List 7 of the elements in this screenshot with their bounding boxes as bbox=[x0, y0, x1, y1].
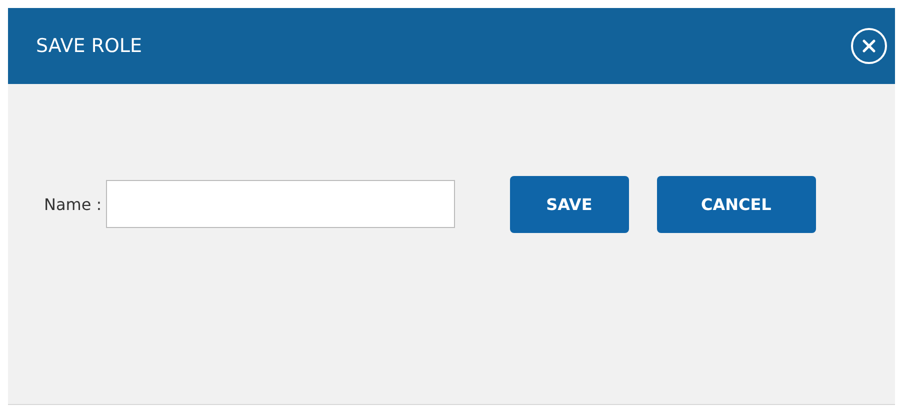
save-button[interactable]: SAVE bbox=[510, 176, 629, 232]
cancel-button[interactable]: CANCEL bbox=[656, 176, 816, 232]
name-input[interactable] bbox=[106, 180, 455, 228]
name-label: Name : bbox=[44, 194, 102, 214]
close-button[interactable] bbox=[851, 28, 887, 64]
close-icon bbox=[862, 39, 876, 53]
dialog-title: SAVE ROLE bbox=[36, 35, 142, 57]
